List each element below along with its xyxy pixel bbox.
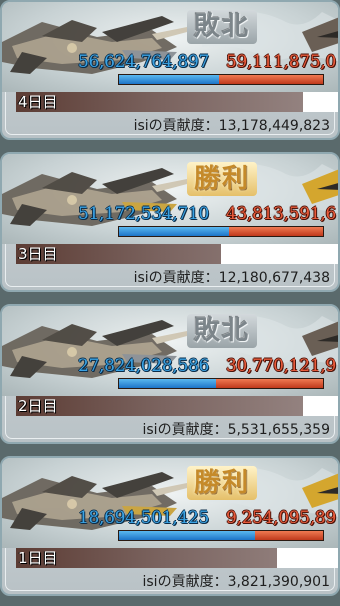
day-progress-bar — [16, 92, 338, 112]
defeat-label: 敗北 — [187, 314, 257, 348]
battle-result-card[interactable]: 敗北 27,824,028,586 30,770,121,9 2日目 isiの貢… — [0, 304, 340, 444]
battle-result-card[interactable]: 勝利 51,172,534,710 43,813,591,6 3日目 isiの貢… — [0, 152, 340, 292]
opponent-score: 30,770,121,9 — [226, 356, 336, 376]
day-progress-remaining — [302, 396, 338, 416]
battle-result-card[interactable]: 勝利 18,694,501,425 9,254,095,89 1日目 isiの貢… — [0, 456, 340, 596]
battle-banner: 敗北 56,624,764,897 59,111,875,0 — [2, 2, 338, 92]
day-progress-bar — [16, 396, 338, 416]
day-progress-remaining — [276, 548, 338, 568]
opponent-ratio-fill — [218, 75, 323, 84]
contribution-text: isiの貢献度：12,180,677,438 — [133, 270, 330, 286]
victory-label: 勝利 — [187, 466, 257, 500]
battle-banner: 勝利 51,172,534,710 43,813,591,6 — [2, 154, 338, 244]
battle-result-card[interactable]: 敗北 56,624,764,897 59,111,875,0 4日目 isiの貢… — [0, 0, 340, 140]
our-ratio-fill — [119, 227, 229, 236]
opponent-score: 43,813,591,6 — [226, 204, 336, 224]
contribution-text: isiの貢献度：3,821,390,901 — [142, 574, 331, 590]
score-ratio-bar — [118, 74, 324, 85]
opponent-score: 9,254,095,89 — [226, 508, 336, 528]
battle-banner: 勝利 18,694,501,425 9,254,095,89 — [2, 458, 338, 548]
day-label: 3日目 — [18, 245, 58, 263]
day-progress-remaining — [302, 92, 338, 112]
opponent-ratio-fill — [228, 227, 323, 236]
day-progress-bar — [16, 548, 338, 568]
our-score: 56,624,764,897 — [78, 52, 209, 72]
our-ratio-fill — [119, 75, 219, 84]
opponent-ratio-fill — [215, 379, 323, 388]
victory-label: 勝利 — [187, 162, 257, 196]
defeat-label: 敗北 — [187, 10, 257, 44]
day-progress-remaining — [221, 244, 338, 264]
our-score: 27,824,028,586 — [78, 356, 209, 376]
opponent-ratio-fill — [255, 531, 323, 540]
opponent-score: 59,111,875,0 — [226, 52, 336, 72]
score-ratio-bar — [118, 378, 324, 389]
score-ratio-bar — [118, 530, 324, 541]
our-score: 18,694,501,425 — [78, 508, 209, 528]
our-score: 51,172,534,710 — [78, 204, 209, 224]
contribution-text: isiの貢献度：5,531,655,359 — [142, 422, 331, 438]
day-label: 2日目 — [18, 397, 58, 415]
our-ratio-fill — [119, 379, 216, 388]
contribution-text: isiの貢献度：13,178,449,823 — [133, 118, 330, 134]
our-ratio-fill — [119, 531, 256, 540]
day-label: 4日目 — [18, 93, 58, 111]
day-label: 1日目 — [18, 549, 58, 567]
battle-banner: 敗北 27,824,028,586 30,770,121,9 — [2, 306, 338, 396]
day-progress-bar — [16, 244, 338, 264]
score-ratio-bar — [118, 226, 324, 237]
